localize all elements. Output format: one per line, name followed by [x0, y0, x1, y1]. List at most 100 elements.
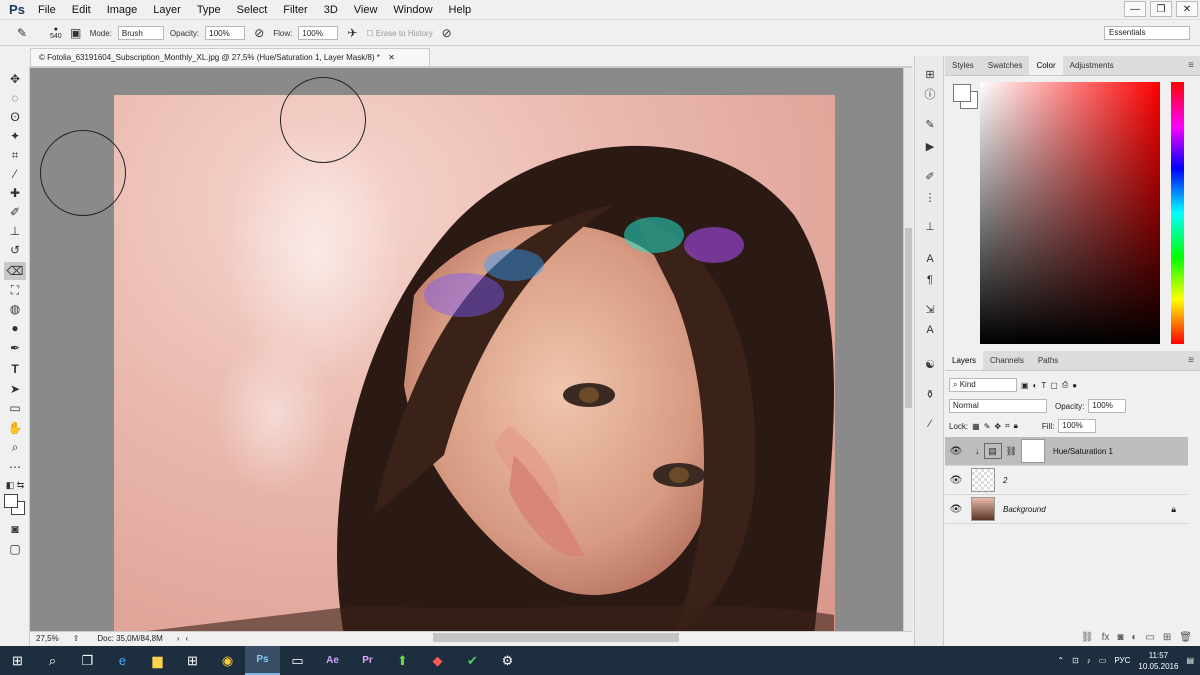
new-group-icon[interactable]: ▭ — [1145, 632, 1154, 643]
hue-slider[interactable] — [1171, 82, 1184, 344]
blend-mode-select[interactable]: Normal — [949, 399, 1047, 413]
tab-styles[interactable]: Styles — [945, 56, 981, 75]
minimize-button[interactable]: — — [1124, 1, 1146, 17]
lock-position-icon[interactable]: ✥ — [994, 422, 1001, 431]
history-brush-tool-icon[interactable]: ↺ — [4, 241, 26, 259]
network-icon[interactable]: ⊡ — [1072, 656, 1079, 665]
brush-settings-icon[interactable]: ⁄ — [921, 416, 939, 432]
settings-icon[interactable]: ⚙ — [490, 646, 525, 675]
clock[interactable]: 11:57 10.05.2016 — [1138, 650, 1178, 672]
layer-row-2[interactable]: 👁︎ 2 — [945, 466, 1188, 495]
filter-shape-icon[interactable]: ▢ — [1050, 381, 1058, 390]
layers-panel-menu-icon[interactable]: ≡ — [1188, 355, 1194, 366]
photoshop-icon[interactable]: Ps — [245, 646, 280, 675]
lock-transparent-icon[interactable]: ▦ — [972, 422, 980, 431]
tab-swatches[interactable]: Swatches — [981, 56, 1030, 75]
lock-image-icon[interactable]: ✎ — [984, 422, 991, 431]
canvas-area[interactable] — [30, 68, 904, 631]
layer-row-background[interactable]: 👁︎ Background 🔒︎ — [945, 495, 1188, 524]
tab-adjustments[interactable]: Adjustments — [1063, 56, 1121, 75]
layer-thumbnail[interactable] — [971, 468, 995, 492]
glyphs-panel-icon[interactable]: A — [921, 322, 939, 338]
app-icon-2[interactable]: ✔ — [455, 646, 490, 675]
lasso-tool-icon[interactable]: ʘ — [4, 108, 26, 126]
clone-source-icon[interactable]: ⋮ — [921, 189, 939, 205]
fill-field[interactable]: 100% — [1058, 419, 1097, 433]
paragraph-panel-icon[interactable]: ¶ — [921, 272, 939, 288]
zoom-level[interactable]: 27,5% — [36, 634, 59, 643]
screen-mode-icon[interactable]: ▢ — [4, 540, 26, 558]
foreground-color-swatch[interactable] — [4, 494, 18, 508]
tool-presets-icon[interactable]: ⊥ — [921, 218, 939, 234]
layer-mask-thumbnail[interactable] — [1020, 439, 1045, 463]
properties-panel-icon[interactable]: ⚱ — [921, 386, 939, 402]
start-icon[interactable]: ⊞ — [0, 646, 35, 675]
panel-menu-icon[interactable]: ≡ — [1188, 60, 1194, 71]
layer-row-hue-saturation[interactable]: 👁︎ ↓ ▤ ⛓ Hue/Saturation 1 — [945, 437, 1188, 466]
doc-info[interactable]: Doc: 35,0M/84,8M — [97, 634, 162, 643]
volume-icon[interactable]: ♪ — [1087, 656, 1091, 665]
visibility-eye-icon[interactable]: 👁︎ — [945, 446, 967, 457]
hand-tool-icon[interactable]: ✋ — [4, 419, 26, 437]
type-tool-icon[interactable]: T — [4, 360, 26, 378]
share-icon[interactable]: ⇪ — [73, 634, 80, 643]
after-effects-icon[interactable]: Ae — [315, 646, 350, 675]
new-layer-icon[interactable]: ⊞ — [1163, 632, 1171, 643]
filter-smart-object-icon[interactable]: ⎙ — [1062, 380, 1068, 390]
more-tools-icon[interactable]: ⋯ — [4, 458, 26, 476]
visibility-eye-icon[interactable]: 👁︎ — [945, 504, 967, 515]
default-colors-icon[interactable]: ◧ ⇆ — [4, 476, 26, 494]
clone-stamp-tool-icon[interactable]: ⊥ — [4, 222, 26, 240]
menu-type[interactable]: Type — [189, 0, 229, 20]
scroll-left-icon[interactable]: ‹ — [185, 634, 188, 643]
filter-pixel-icon[interactable]: ▣ — [1021, 381, 1029, 390]
menu-layer[interactable]: Layer — [145, 0, 189, 20]
layer-filter-select[interactable]: ⌕ Kind — [949, 378, 1017, 392]
tray-chevron-icon[interactable]: ⌃ — [1057, 656, 1064, 665]
search-icon[interactable]: ⌕ — [35, 646, 70, 675]
layer-name[interactable]: Background — [1003, 505, 1046, 514]
character-styles-icon[interactable]: ⇲ — [921, 301, 939, 317]
document-image[interactable] — [114, 95, 835, 631]
blur-tool-icon[interactable]: ◍ — [4, 300, 26, 318]
opacity-field[interactable]: 100% — [205, 26, 246, 40]
eraser-tool-icon[interactable]: ⌫ — [4, 262, 26, 280]
character-panel-icon[interactable]: A — [921, 251, 939, 267]
tab-channels[interactable]: Channels — [983, 351, 1031, 370]
menu-filter[interactable]: Filter — [275, 0, 315, 20]
delete-layer-icon[interactable]: 🗑︎ — [1179, 632, 1192, 643]
status-menu-icon[interactable]: › — [177, 634, 180, 643]
marquee-tool-icon[interactable]: ◌ — [4, 89, 26, 107]
flow-field[interactable]: 100% — [298, 26, 339, 40]
pressure-size-icon[interactable]: ⊘ — [439, 25, 455, 41]
vertical-scroll-thumb[interactable] — [905, 228, 912, 408]
tab-color[interactable]: Color — [1029, 56, 1063, 75]
erase-to-history-checkbox[interactable]: ☐ Erase to History — [366, 29, 432, 38]
filter-adjustment-icon[interactable]: ◐ — [1033, 381, 1038, 390]
restore-button[interactable]: ❐ — [1150, 1, 1172, 17]
workspace-select[interactable]: Essentials — [1104, 26, 1190, 40]
filter-toggle-icon[interactable]: ● — [1072, 381, 1077, 390]
edge-icon[interactable]: e — [105, 646, 140, 675]
color-picker-field[interactable] — [980, 82, 1160, 344]
actions-panel-icon[interactable]: ▶ — [921, 138, 939, 154]
app-icon[interactable]: ◆ — [420, 646, 455, 675]
path-selection-tool-icon[interactable]: ➤ — [4, 380, 26, 398]
horizontal-scroll-thumb[interactable] — [433, 633, 679, 642]
brush-panel-icon[interactable]: ✐ — [921, 168, 939, 184]
document-tab[interactable]: © Fotolia_63191604_Subscription_Monthly_… — [30, 48, 430, 67]
menu-view[interactable]: View — [346, 0, 386, 20]
keyboard-language[interactable]: РУС — [1114, 656, 1130, 665]
brush-tool-icon[interactable]: ✐ — [4, 203, 26, 221]
menu-help[interactable]: Help — [441, 0, 480, 20]
layer-name[interactable]: 2 — [1003, 476, 1007, 485]
tab-layers[interactable]: Layers — [945, 351, 984, 370]
new-adjustment-icon[interactable]: ◐ — [1131, 632, 1137, 643]
menu-edit[interactable]: Edit — [64, 0, 99, 20]
store-icon[interactable]: ⊞ — [175, 646, 210, 675]
pen-tool-icon[interactable]: ✒ — [4, 339, 26, 357]
menu-image[interactable]: Image — [99, 0, 146, 20]
close-button[interactable]: ✕ — [1176, 1, 1198, 17]
rectangle-tool-icon[interactable]: ▭ — [4, 399, 26, 417]
quick-mask-icon[interactable]: ◙ — [4, 520, 26, 538]
